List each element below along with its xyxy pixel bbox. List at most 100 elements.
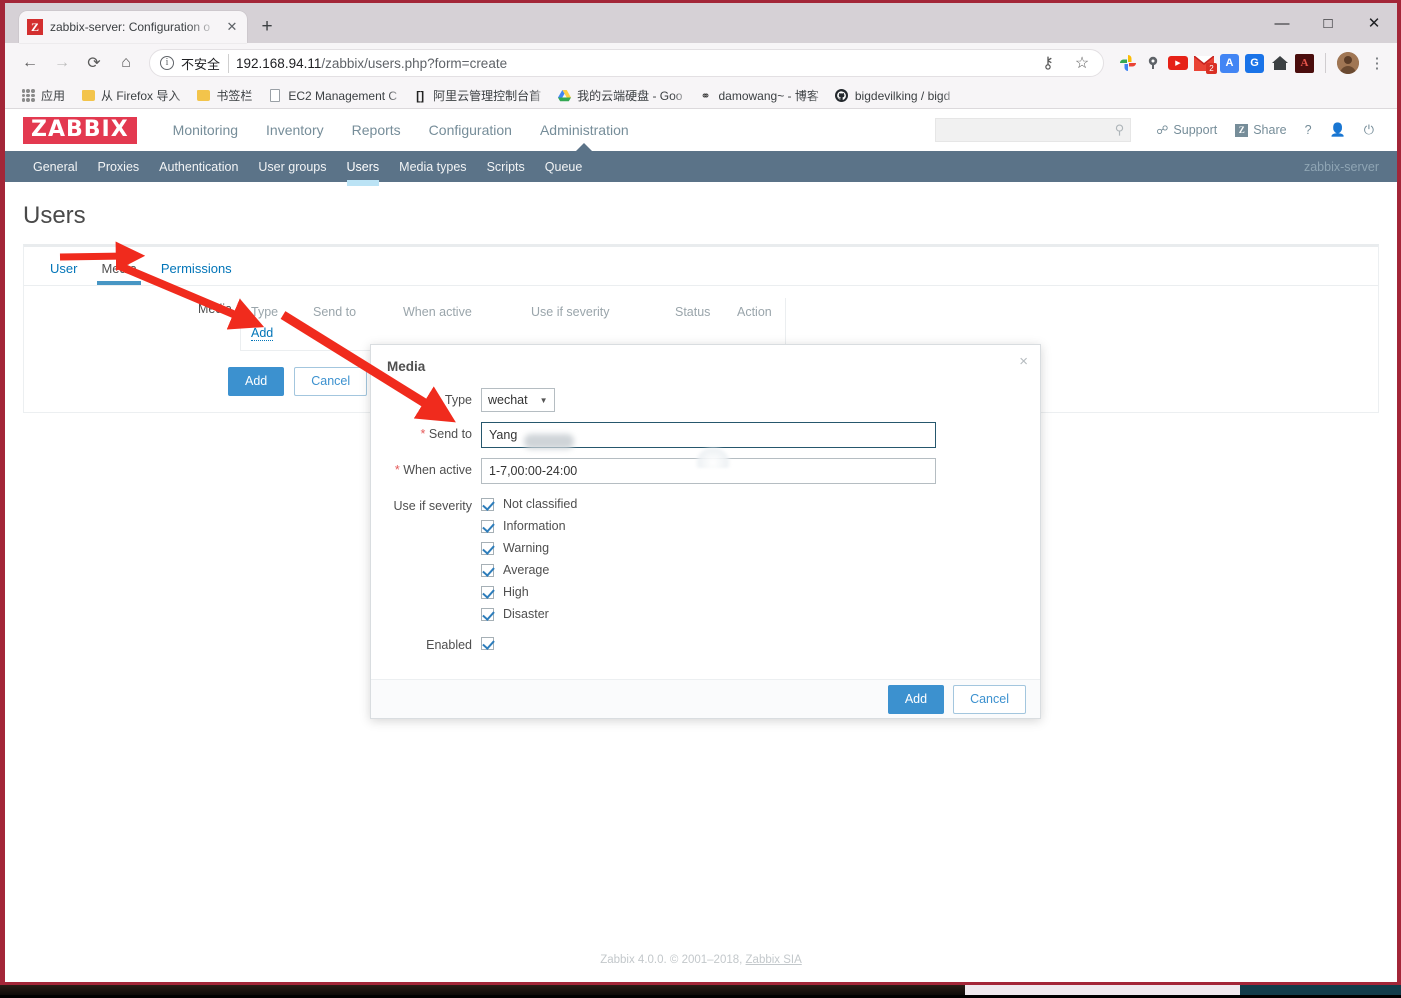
adobe-acrobat-icon[interactable]: A bbox=[1295, 53, 1314, 73]
severity-disaster[interactable]: Disaster bbox=[481, 607, 577, 621]
severity-warning[interactable]: Warning bbox=[481, 541, 577, 555]
checkbox-icon[interactable] bbox=[481, 541, 494, 555]
support-link[interactable]: ☍ Support bbox=[1147, 123, 1226, 137]
home-icon[interactable]: ⌂ bbox=[111, 48, 141, 78]
bracket-icon: [] bbox=[416, 88, 425, 103]
modal-close-icon[interactable]: × bbox=[1019, 354, 1028, 369]
checkbox-icon[interactable] bbox=[481, 519, 494, 533]
search-input[interactable] bbox=[942, 122, 1115, 138]
lastpass-icon[interactable] bbox=[1143, 54, 1162, 73]
media-type-select[interactable]: wechat ▼ bbox=[481, 388, 555, 412]
address-bar[interactable]: i 不安全 192.168.94.11/zabbix/users.php?for… bbox=[149, 49, 1104, 77]
checkbox-icon[interactable] bbox=[481, 585, 494, 599]
global-search-box[interactable]: ⚲ bbox=[935, 118, 1132, 142]
column-header-send-to: Send to bbox=[313, 305, 357, 319]
column-header-type: Type bbox=[251, 305, 279, 319]
modal-row-type: Type wechat ▼ bbox=[371, 388, 1040, 412]
sign-out-link[interactable]: ⏻ bbox=[1355, 122, 1383, 138]
help-link[interactable]: ? bbox=[1296, 123, 1321, 137]
bookmark-star-icon[interactable]: ☆ bbox=[1067, 50, 1097, 76]
url-path: /zabbix/users.php?form=create bbox=[321, 55, 508, 71]
profile-avatar[interactable] bbox=[1337, 52, 1359, 74]
checkbox-icon[interactable] bbox=[481, 637, 494, 650]
new-tab-button[interactable]: + bbox=[253, 12, 281, 40]
checkbox-icon[interactable] bbox=[481, 563, 494, 577]
subnav-general[interactable]: General bbox=[23, 152, 87, 182]
bookmark-aliyun-console[interactable]: [] 阿里云管理控制台首 bbox=[405, 85, 549, 106]
tab-user[interactable]: User bbox=[38, 257, 89, 285]
home-extension-icon[interactable] bbox=[1270, 54, 1289, 73]
form-add-button[interactable]: Add bbox=[228, 367, 285, 396]
redaction-blur bbox=[524, 434, 574, 449]
bookmark-label: 阿里云管理控制台首 bbox=[433, 89, 542, 103]
minimize-icon[interactable]: — bbox=[1259, 3, 1305, 43]
browser-tab[interactable]: Z zabbix-server: Configuration o ✕ bbox=[19, 11, 247, 43]
server-name-label: zabbix-server bbox=[1303, 159, 1379, 174]
maximize-icon[interactable]: □ bbox=[1305, 3, 1351, 43]
user-profile-link[interactable]: 👤 bbox=[1321, 122, 1355, 138]
form-cancel-button[interactable]: Cancel bbox=[294, 367, 368, 396]
modal-cancel-button[interactable]: Cancel bbox=[953, 684, 1026, 714]
footer-zabbix-sia-link[interactable]: Zabbix SIA bbox=[746, 954, 802, 966]
grammarly-icon[interactable]: G bbox=[1245, 53, 1264, 73]
subnav-scripts[interactable]: Scripts bbox=[477, 152, 535, 182]
modal-body: Type wechat ▼ * Send to * When active Us… bbox=[371, 378, 1040, 652]
share-link[interactable]: Z Share bbox=[1226, 123, 1295, 137]
bookmark-apps[interactable]: 应用 bbox=[13, 85, 73, 106]
bookmark-github[interactable]: bigdevilking / bigd bbox=[827, 87, 958, 105]
severity-high[interactable]: High bbox=[481, 585, 577, 599]
subnav-media-types[interactable]: Media types bbox=[389, 152, 476, 182]
bookmark-damowang-blog[interactable]: ⚭ damowang~ - 博客 bbox=[690, 85, 826, 106]
headset-icon: ☍ bbox=[1156, 123, 1169, 137]
url-text: 192.168.94.11/zabbix/users.php?form=crea… bbox=[236, 56, 507, 71]
youtube-icon[interactable]: ▶ bbox=[1168, 56, 1188, 70]
forward-icon[interactable]: → bbox=[47, 48, 77, 78]
bookmark-bookmarks-bar[interactable]: 书签栏 bbox=[188, 85, 260, 106]
gmail-icon[interactable]: 2 bbox=[1194, 55, 1217, 74]
url-host: 192.168.94.11 bbox=[236, 55, 322, 71]
browser-navbar: ← → ⟳ ⌂ i 不安全 192.168.94.11/zabbix/users… bbox=[5, 43, 1397, 83]
enabled-checkbox-wrapper[interactable] bbox=[481, 633, 494, 650]
subnav-queue[interactable]: Queue bbox=[535, 152, 593, 182]
checkbox-icon[interactable] bbox=[481, 497, 494, 511]
bookmark-firefox-import[interactable]: 从 Firefox 导入 bbox=[73, 85, 188, 106]
subnav-authentication[interactable]: Authentication bbox=[149, 152, 248, 182]
media-add-link[interactable]: Add bbox=[251, 326, 274, 341]
password-key-icon[interactable]: ⚷ bbox=[1033, 50, 1063, 76]
subnav-user-groups[interactable]: User groups bbox=[248, 152, 336, 182]
modal-add-button[interactable]: Add bbox=[887, 684, 945, 714]
bookmark-ec2-management[interactable]: EC2 Management C bbox=[260, 87, 405, 105]
severity-not-classified[interactable]: Not classified bbox=[481, 497, 577, 511]
window-sliver bbox=[965, 985, 1240, 995]
screenshot-smudge-artifact bbox=[695, 446, 731, 468]
tab-media[interactable]: Media bbox=[89, 257, 148, 285]
bookmark-google-drive[interactable]: 我的云端硬盘 - Goo bbox=[549, 85, 690, 106]
severity-information[interactable]: Information bbox=[481, 519, 577, 533]
close-tab-icon[interactable]: ✕ bbox=[225, 19, 239, 35]
teal-window-sliver bbox=[1240, 985, 1401, 995]
google-photos-icon[interactable] bbox=[1118, 54, 1137, 73]
close-window-icon[interactable]: ✕ bbox=[1351, 3, 1397, 43]
send-to-label: * Send to bbox=[371, 422, 481, 441]
chrome-menu-icon[interactable]: ⋮ bbox=[1365, 54, 1389, 72]
cnblogs-icon: ⚭ bbox=[700, 88, 711, 103]
checkbox-icon[interactable] bbox=[481, 607, 494, 621]
main-menu-inventory[interactable]: Inventory bbox=[252, 110, 338, 150]
google-translate-icon[interactable]: A bbox=[1220, 53, 1239, 73]
use-if-severity-label: Use if severity bbox=[393, 499, 473, 513]
search-icon[interactable]: ⚲ bbox=[1115, 122, 1125, 138]
main-menu-reports[interactable]: Reports bbox=[338, 110, 415, 150]
tab-permissions[interactable]: Permissions bbox=[149, 257, 244, 285]
back-icon[interactable]: ← bbox=[15, 48, 45, 78]
subnav-proxies[interactable]: Proxies bbox=[87, 152, 149, 182]
main-menu-configuration[interactable]: Configuration bbox=[415, 110, 526, 150]
site-info-icon[interactable]: i bbox=[160, 56, 174, 70]
when-active-label: * When active bbox=[371, 458, 481, 477]
reload-icon[interactable]: ⟳ bbox=[79, 48, 109, 78]
main-menu-monitoring[interactable]: Monitoring bbox=[159, 110, 252, 150]
media-field-label: Media bbox=[197, 302, 232, 316]
subnav-users[interactable]: Users bbox=[337, 152, 390, 186]
zabbix-logo[interactable]: ZABBIX bbox=[23, 116, 137, 144]
severity-average[interactable]: Average bbox=[481, 563, 577, 577]
main-menu-administration[interactable]: Administration bbox=[526, 110, 643, 150]
